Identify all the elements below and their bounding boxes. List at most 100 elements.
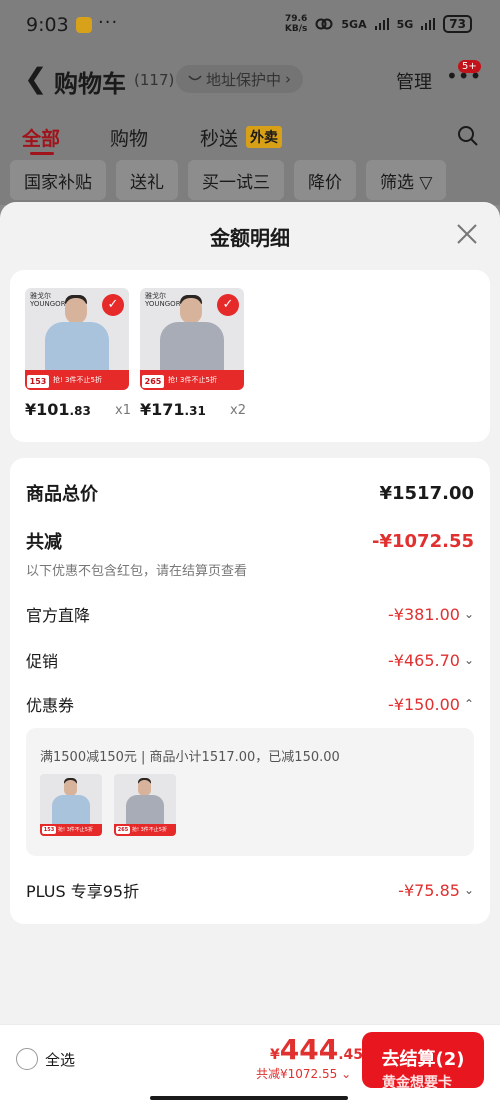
chip-gift[interactable]: 送礼 [116, 160, 178, 200]
select-all-radio[interactable] [16, 1048, 38, 1070]
battery-icon: 73 [443, 15, 472, 33]
signal-5g: 5G [396, 17, 414, 31]
product-quantity: x1 [115, 403, 131, 418]
coupon-detail-box: 满1500减150元 | 商品小计1517.00，已减150.00 153 抢!… [26, 728, 474, 856]
signal-bars-icon [374, 18, 389, 30]
chevron-down-icon: ⌄ [463, 883, 474, 897]
page-title: 购物车 [54, 70, 126, 98]
product-quantity: x2 [230, 403, 246, 418]
total-reduction-value: -¥1072.55 [372, 530, 474, 552]
cart-count: (117) [134, 71, 175, 89]
model-head [64, 780, 77, 796]
back-arrow-icon[interactable]: ❮ [24, 62, 47, 95]
selected-check-icon: ✓ [102, 294, 124, 316]
signal-bars-icon-2 [421, 18, 436, 30]
tab-instant-delivery[interactable]: 秒送 [200, 124, 238, 151]
discount-value: -¥150.00 ⌃ [388, 694, 474, 714]
promo-strip: 153 抢! 3件不止5折 [25, 370, 129, 390]
product-image: 雅戈尔 YOUNGOR ✓ 265 抢! 3件不止5折 [140, 288, 244, 390]
product-summary-card: 雅戈尔 YOUNGOR ✓ 153 抢! 3件不止5折 ¥101.83 x1 雅戈… [10, 270, 490, 442]
product-price: ¥171.31 [140, 400, 206, 419]
discount-value: -¥465.70 ⌄ [388, 650, 474, 670]
promo-text: 抢! 3件不止5折 [168, 376, 217, 384]
discount-row-promotion[interactable]: 促销 -¥465.70 ⌄ [26, 648, 474, 672]
discount-value: -¥381.00 ⌄ [388, 604, 474, 624]
chip-filter[interactable]: 筛选 ▽ [366, 160, 447, 200]
chip-national-subsidy[interactable]: 国家补贴 [10, 160, 106, 200]
chevron-down-icon: ⌄ [463, 653, 474, 667]
close-icon[interactable] [456, 223, 478, 245]
status-right: 79.6 KB/s 5GA 5G 73 [285, 14, 472, 34]
tab-shopping[interactable]: 购物 [110, 124, 148, 151]
reduction-note: 以下优惠不包含红包，请在结算页查看 [26, 564, 248, 579]
tab-all[interactable]: 全部 [22, 124, 60, 151]
product-price: ¥101.83 [25, 400, 91, 419]
product-item[interactable]: 雅戈尔 YOUNGOR ✓ 153 抢! 3件不止5折 ¥101.83 x1 [25, 288, 131, 419]
signal-5ga: 5GA [341, 17, 367, 31]
discount-row-official[interactable]: 官方直降 -¥381.00 ⌄ [26, 602, 474, 626]
filter-chips: 国家补贴 送礼 买一试三 降价 筛选 ▽ [10, 160, 447, 200]
plus-discount-label: PLUS 专享95折 [26, 882, 140, 901]
takeout-badge: 外卖 [246, 126, 282, 148]
payable-total: ¥444.45 [270, 1033, 364, 1066]
checkout-sub-label: 黄金想要卡 [382, 1075, 452, 1088]
price-breakdown-card: 商品总价 ¥1517.00 共减 -¥1072.55 以下优惠不包含红包，请在结… [10, 458, 490, 924]
cart-header: ❮ 购物车 (117) 地址保护中 › 管理 ••• 5+ [0, 60, 500, 100]
brand-logo: 雅戈尔 YOUNGOR [30, 292, 66, 308]
discount-label: 促销 [26, 652, 59, 671]
active-tab-indicator [30, 152, 54, 155]
promo-strip: 153 抢! 3件不止5折 [40, 824, 102, 836]
checkout-label: 去结算(2) [381, 1049, 465, 1070]
cart-page-background: 9:03 ··· 79.6 KB/s 5GA 5G 73 ❮ 购物车 (117) … [0, 0, 500, 205]
select-all-label[interactable]: 全选 [45, 1049, 75, 1070]
coupon-detail-text: 满1500减150元 | 商品小计1517.00，已减150.00 [40, 750, 340, 765]
chevron-up-icon: ⌃ [463, 697, 474, 711]
total-reduction-row: 共减 -¥1072.55 [26, 528, 474, 554]
selected-check-icon: ✓ [217, 294, 239, 316]
sheet-title: 金额明细 [210, 226, 290, 250]
chevron-right-icon: › [285, 70, 292, 88]
coupon-product-thumb: 265 抢! 3件不止5折 [114, 774, 176, 836]
cart-tabs: 全部 购物 秒送 外卖 [0, 120, 500, 156]
model-head [138, 780, 151, 796]
product-item[interactable]: 雅戈尔 YOUNGOR ✓ 265 抢! 3件不止5折 ¥171.31 x2 [140, 288, 246, 419]
promo-text: 抢! 3件不止5折 [132, 827, 167, 833]
chevron-down-icon: ⌄ [463, 607, 474, 621]
promo-price: 265 [116, 826, 130, 834]
brand-logo: 雅戈尔 YOUNGOR [145, 292, 181, 308]
promo-price: 153 [27, 375, 49, 388]
promo-text: 抢! 3件不止5折 [53, 376, 102, 384]
chip-price-drop[interactable]: 降价 [294, 160, 356, 200]
discount-row-coupon[interactable]: 优惠券 -¥150.00 ⌃ [26, 692, 474, 716]
status-time: 9:03 [26, 14, 69, 36]
amount-detail-sheet: 金额明细 雅戈尔 YOUNGOR ✓ 153 抢! 3件不止5折 ¥101.83 … [0, 202, 500, 1111]
status-bar: 9:03 ··· 79.6 KB/s 5GA 5G 73 [0, 0, 500, 52]
address-protect-pill[interactable]: 地址保护中 › [176, 65, 304, 93]
discount-label: 官方直降 [26, 606, 91, 625]
chip-buy-one-try-three[interactable]: 买一试三 [188, 160, 284, 200]
address-protect-label: 地址保护中 [206, 70, 282, 89]
coupon-product-thumb: 153 抢! 3件不止5折 [40, 774, 102, 836]
search-icon[interactable] [456, 124, 480, 148]
notification-app-icon [76, 17, 92, 33]
goods-total-row: 商品总价 ¥1517.00 [26, 480, 474, 506]
total-reduction-label: 共减 [26, 532, 62, 553]
savings-summary[interactable]: 共减¥1072.55 ⌄ [256, 1065, 351, 1082]
shield-icon [188, 75, 202, 81]
goods-total-value: ¥1517.00 [379, 482, 474, 504]
promo-strip: 265 抢! 3件不止5折 [114, 824, 176, 836]
promo-price: 265 [142, 375, 164, 388]
model-head [180, 298, 202, 324]
model-head [65, 298, 87, 324]
promo-price: 153 [42, 826, 56, 834]
manage-button[interactable]: 管理 [396, 68, 432, 94]
status-more-dots: ··· [98, 12, 119, 33]
home-indicator [150, 1096, 348, 1100]
promo-strip: 265 抢! 3件不止5折 [140, 370, 244, 390]
message-badge: 5+ [458, 60, 481, 73]
checkout-button[interactable]: 去结算(2) 黄金想要卡 [362, 1032, 484, 1088]
discount-row-plus[interactable]: PLUS 专享95折 -¥75.85 ⌄ [26, 878, 474, 902]
product-image: 雅戈尔 YOUNGOR ✓ 153 抢! 3件不止5折 [25, 288, 129, 390]
link-icon [315, 18, 333, 30]
plus-discount-value: -¥75.85 ⌄ [398, 880, 474, 900]
